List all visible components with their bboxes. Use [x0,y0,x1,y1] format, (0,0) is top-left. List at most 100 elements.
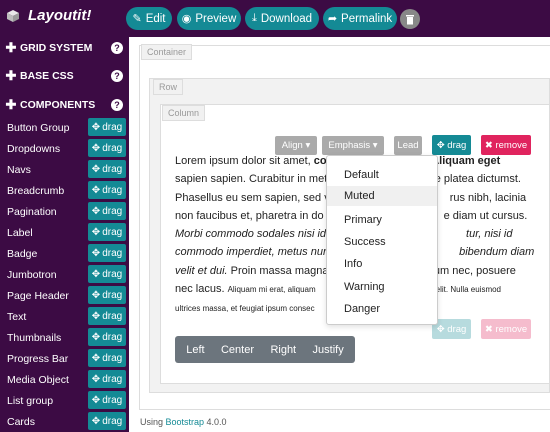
component-item[interactable]: Media Object ✥ drag [0,369,129,390]
component-drag-button[interactable]: ✥ drag [88,118,126,136]
component-drag-button[interactable]: ✥ drag [88,160,126,178]
drag-label: drag [102,352,123,364]
component-label: Badge [7,247,38,260]
bootstrap-link[interactable]: Bootstrap [166,417,205,427]
permalink-button[interactable]: ➦ Permalink [323,7,397,30]
component-drag-button[interactable]: ✥ drag [88,265,126,283]
component-item[interactable]: Page Header ✥ drag [0,285,129,306]
caret-down-icon: ▾ [305,140,311,151]
drag-label: drag [102,163,123,175]
emphasis-option[interactable]: Muted [327,186,437,207]
emphasis-option[interactable]: Primary [344,214,382,226]
trash-icon [406,14,414,24]
clear-button[interactable] [400,9,420,29]
edit-button[interactable]: ✎ Edit [126,7,172,30]
drag-label: drag [102,247,123,259]
preview-button[interactable]: ◉ Preview [177,7,241,30]
component-drag-button[interactable]: ✥ drag [88,139,126,157]
eye-icon: ◉ [181,13,192,25]
align-justify-button[interactable]: Justify [313,344,344,356]
emphasis-option[interactable]: Info [344,258,362,270]
drag-label: drag [102,331,123,343]
move-icon: ✥ [91,289,101,301]
plus-icon: ✚ [5,68,17,83]
align-center-button[interactable]: Center [221,344,254,356]
component-label: Thumbnails [7,331,62,344]
component-item[interactable]: Navs ✥ drag [0,159,129,180]
edit-icon: ✎ [132,13,142,25]
section-components[interactable]: ✚ COMPONENTS ? [0,95,129,115]
app-logo[interactable]: Layoutit! [6,7,91,24]
component-item[interactable]: Badge ✥ drag [0,243,129,264]
emphasis-option[interactable]: Default [344,169,379,181]
plus-icon: ✚ [5,97,17,112]
drag-label: drag [102,268,123,280]
component-label: Pagination [7,205,57,218]
caret-down-icon: ▾ [372,140,378,151]
section-base-css[interactable]: ✚ BASE CSS ? [0,66,129,86]
remove-button-faded[interactable]: ✖ remove [481,319,531,339]
emphasis-option[interactable]: Warning [344,281,385,293]
component-drag-button[interactable]: ✥ drag [88,202,126,220]
component-label: Text [7,310,27,323]
move-icon: ✥ [91,205,101,217]
drag-label: drag [102,394,123,406]
cube-icon [7,9,19,22]
component-label: Cards [7,415,36,428]
component-drag-button[interactable]: ✥ drag [88,412,126,430]
component-item[interactable]: Progress Bar ✥ drag [0,348,129,369]
align-right-button[interactable]: Right [270,344,296,356]
component-item[interactable]: Text ✥ drag [0,306,129,327]
component-item[interactable]: Pagination ✥ drag [0,201,129,222]
footer-text: Using Bootstrap 4.0.0 [140,417,227,427]
move-icon: ✥ [91,394,101,406]
component-item[interactable]: Button Group ✥ drag [0,117,129,138]
component-drag-button[interactable]: ✥ drag [88,286,126,304]
move-icon: ✥ [91,352,101,364]
emphasis-option[interactable]: Danger [344,303,380,315]
move-icon: ✥ [91,415,101,427]
move-icon: ✥ [91,310,101,322]
move-icon: ✥ [436,139,445,151]
component-drag-button[interactable]: ✥ drag [88,181,126,199]
emphasis-option[interactable]: Success [344,236,386,248]
section-grid-system[interactable]: ✚ GRID SYSTEM ? [0,38,129,58]
component-label: Label [7,226,33,239]
component-item[interactable]: Label ✥ drag [0,222,129,243]
help-icon[interactable]: ? [111,99,123,111]
share-icon: ➦ [327,13,338,25]
drag-label: drag [102,121,123,133]
download-button[interactable]: ⤓ Download [245,7,319,30]
drag-label: drag [102,226,123,238]
move-icon: ✥ [91,142,101,154]
component-drag-button[interactable]: ✥ drag [88,349,126,367]
component-drag-button[interactable]: ✥ drag [88,328,126,346]
component-item[interactable]: List group ✥ drag [0,390,129,411]
component-drag-button[interactable]: ✥ drag [88,370,126,388]
component-label: Dropdowns [7,142,61,155]
drag-label: drag [102,415,123,427]
component-drag-button[interactable]: ✥ drag [88,391,126,409]
move-icon: ✥ [91,373,101,385]
move-icon: ✥ [91,163,101,175]
component-item[interactable]: Jumbotron ✥ drag [0,264,129,285]
component-drag-button[interactable]: ✥ drag [88,223,126,241]
component-item[interactable]: Cards ✥ drag [0,411,129,432]
component-item[interactable]: Dropdowns ✥ drag [0,138,129,159]
component-label: Media Object [7,373,69,386]
align-left-button[interactable]: Left [186,344,204,356]
component-drag-button[interactable]: ✥ drag [88,307,126,325]
component-label: Page Header [7,289,69,302]
component-item[interactable]: Breadcrumb ✥ drag [0,180,129,201]
top-bar: Layoutit! ✎ Edit ◉ Preview ⤓ Download ➦ … [0,0,550,37]
help-icon[interactable]: ? [111,42,123,54]
drag-label: drag [102,184,123,196]
sidebar: ✚ GRID SYSTEM ? ✚ BASE CSS ? ✚ COMPONENT… [0,37,129,432]
download-icon: ⤓ [251,12,257,24]
close-icon: ✖ [484,323,493,335]
component-item[interactable]: Thumbnails ✥ drag [0,327,129,348]
drag-label: drag [102,289,123,301]
help-icon[interactable]: ? [111,70,123,82]
component-drag-button[interactable]: ✥ drag [88,244,126,262]
align-button-group: Left Center Right Justify [175,336,355,363]
